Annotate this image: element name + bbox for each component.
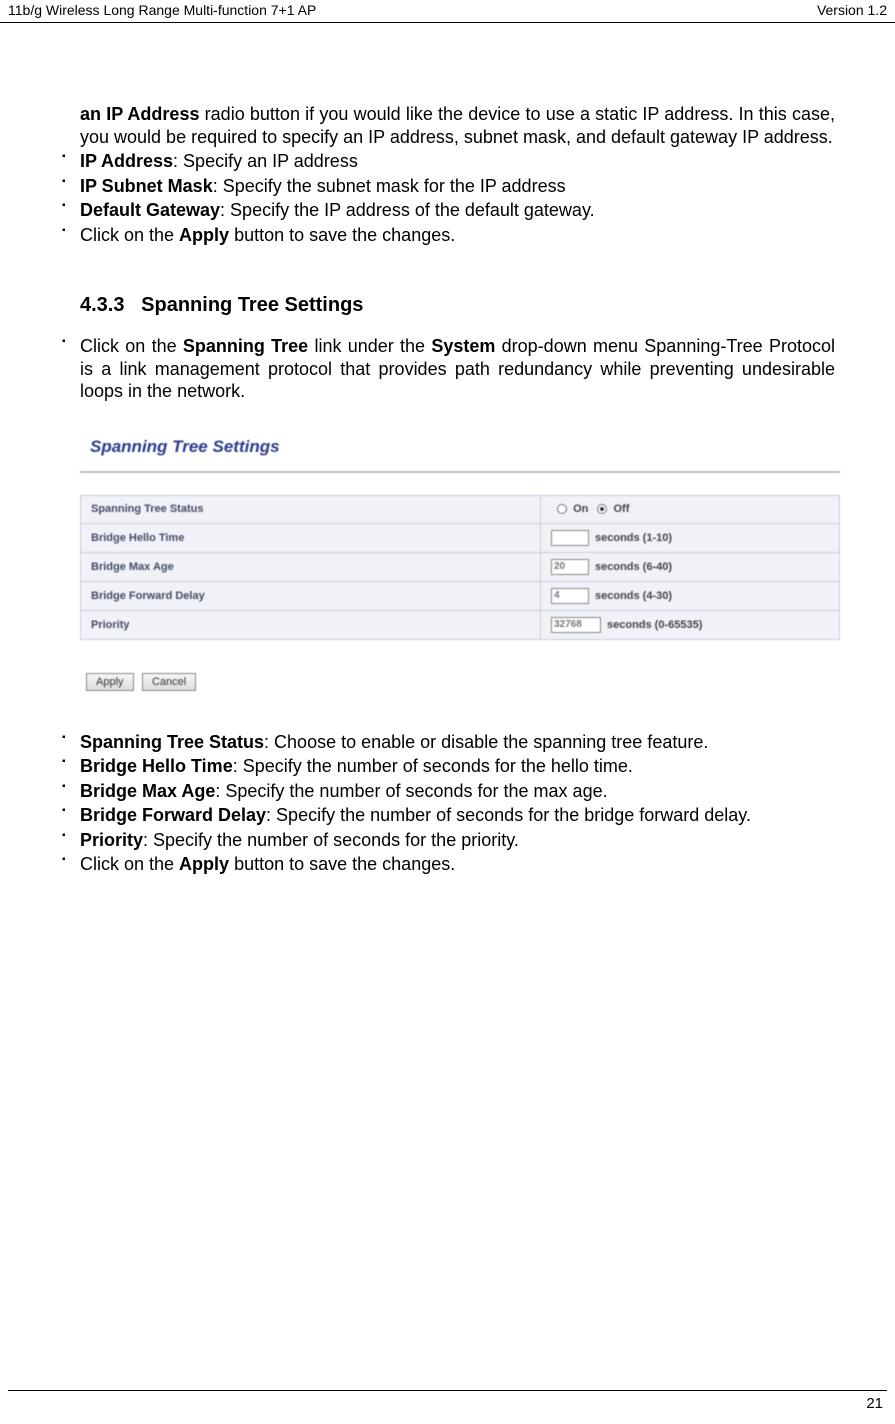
row-control: 32768 seconds (0-65535)	[541, 610, 840, 639]
prio-suffix: seconds (0-65535)	[607, 618, 702, 630]
item-rest: : Specify an IP address	[173, 151, 358, 171]
panel-title: Spanning Tree Settings	[80, 431, 840, 473]
row-control: On Off	[541, 495, 840, 523]
list-item: Priority: Specify the number of seconds …	[50, 829, 835, 852]
list-item: Click on the Apply button to save the ch…	[50, 224, 835, 247]
item-rest: : Specify the number of seconds for the …	[233, 756, 633, 776]
page-number: 21	[866, 1395, 883, 1412]
maxage-suffix: seconds (6-40)	[595, 560, 672, 572]
item-bold: Spanning Tree Status	[80, 732, 264, 752]
item-bold: Bridge Forward Delay	[80, 805, 266, 825]
list-item: IP Subnet Mask: Specify the subnet mask …	[50, 175, 835, 198]
list-item: Click on the Apply button to save the ch…	[50, 853, 835, 876]
item-rest: button to save the changes.	[229, 854, 455, 874]
ip-settings-list: IP Address: Specify an IP address IP Sub…	[50, 150, 835, 246]
table-row: Priority 32768 seconds (0-65535)	[81, 610, 840, 639]
list-item: Click on the Spanning Tree link under th…	[50, 335, 835, 403]
section-title: Spanning Tree Settings	[141, 294, 363, 316]
fwd-suffix: seconds (4-30)	[595, 589, 672, 601]
table-row: Bridge Forward Delay 4 seconds (4-30)	[81, 581, 840, 610]
stp-settings-table: Spanning Tree Status On Off Bridge Hello…	[80, 495, 840, 640]
item-rest: : Specify the number of seconds for the …	[143, 830, 519, 850]
item-bold: Bridge Max Age	[80, 781, 215, 801]
row-label: Priority	[81, 610, 541, 639]
list-item: Spanning Tree Status: Choose to enable o…	[50, 731, 835, 754]
row-label: Bridge Hello Time	[81, 523, 541, 552]
row-control: 20 seconds (6-40)	[541, 552, 840, 581]
stp-fields-list: Spanning Tree Status: Choose to enable o…	[50, 731, 835, 876]
header-left: 11b/g Wireless Long Range Multi-function…	[8, 2, 316, 18]
item-bold: Default Gateway	[80, 200, 220, 220]
item-rest: : Specify the number of seconds for the …	[215, 781, 607, 801]
row-label: Bridge Max Age	[81, 552, 541, 581]
stp-intro-list: Click on the Spanning Tree link under th…	[50, 335, 835, 403]
item-rest: : Specify the subnet mask for the IP add…	[213, 176, 566, 196]
table-row: Spanning Tree Status On Off	[81, 495, 840, 523]
item-rest: : Choose to enable or disable the spanni…	[264, 732, 708, 752]
max-age-input[interactable]: 20	[551, 559, 589, 575]
radio-off-label: Off	[613, 503, 629, 515]
fwd-delay-input[interactable]: 4	[551, 588, 589, 604]
priority-input[interactable]: 32768	[551, 617, 601, 633]
p2-pre: Click on the	[80, 336, 183, 356]
item-bold: Apply	[179, 225, 229, 245]
hello-suffix: seconds (1-10)	[595, 531, 672, 543]
item-pre: Click on the	[80, 225, 179, 245]
list-item: Bridge Hello Time: Specify the number of…	[50, 755, 835, 778]
item-rest: : Specify the IP address of the default …	[220, 200, 595, 220]
spanning-tree-panel: Spanning Tree Settings Spanning Tree Sta…	[80, 431, 840, 691]
item-bold: Priority	[80, 830, 143, 850]
item-bold: IP Address	[80, 151, 173, 171]
list-item: Bridge Forward Delay: Specify the number…	[50, 804, 835, 827]
item-bold: IP Subnet Mask	[80, 176, 213, 196]
item-pre: Click on the	[80, 854, 179, 874]
hello-time-input[interactable]	[551, 530, 589, 546]
cancel-button[interactable]: Cancel	[142, 673, 196, 691]
p2-bold1: Spanning Tree	[183, 336, 308, 356]
page-header: 11b/g Wireless Long Range Multi-function…	[0, 0, 895, 23]
row-label: Spanning Tree Status	[81, 495, 541, 523]
radio-on-label: On	[573, 503, 588, 515]
table-row: Bridge Hello Time seconds (1-10)	[81, 523, 840, 552]
list-item: IP Address: Specify an IP address	[50, 150, 835, 173]
table-row: Bridge Max Age 20 seconds (6-40)	[81, 552, 840, 581]
panel-buttons: Apply Cancel	[80, 672, 840, 691]
page-footer: 21	[8, 1390, 887, 1412]
item-rest: : Specify the number of seconds for the …	[266, 805, 751, 825]
list-item: Bridge Max Age: Specify the number of se…	[50, 780, 835, 803]
p2-bold2: System	[431, 336, 495, 356]
item-bold: Bridge Hello Time	[80, 756, 233, 776]
list-item: Default Gateway: Specify the IP address …	[50, 199, 835, 222]
item-rest: button to save the changes.	[229, 225, 455, 245]
row-control: seconds (1-10)	[541, 523, 840, 552]
apply-button[interactable]: Apply	[86, 673, 134, 691]
radio-off[interactable]	[597, 504, 607, 514]
intro-paragraph: an IP Address radio button if you would …	[80, 103, 835, 148]
intro-lead-bold: an IP Address	[80, 104, 199, 124]
section-num: 4.3.3	[80, 294, 124, 316]
row-control: 4 seconds (4-30)	[541, 581, 840, 610]
header-right: Version 1.2	[817, 2, 887, 18]
item-bold: Apply	[179, 854, 229, 874]
row-label: Bridge Forward Delay	[81, 581, 541, 610]
radio-on[interactable]	[557, 504, 567, 514]
p2-mid: link under the	[308, 336, 431, 356]
section-heading: 4.3.3 Spanning Tree Settings	[80, 294, 835, 317]
